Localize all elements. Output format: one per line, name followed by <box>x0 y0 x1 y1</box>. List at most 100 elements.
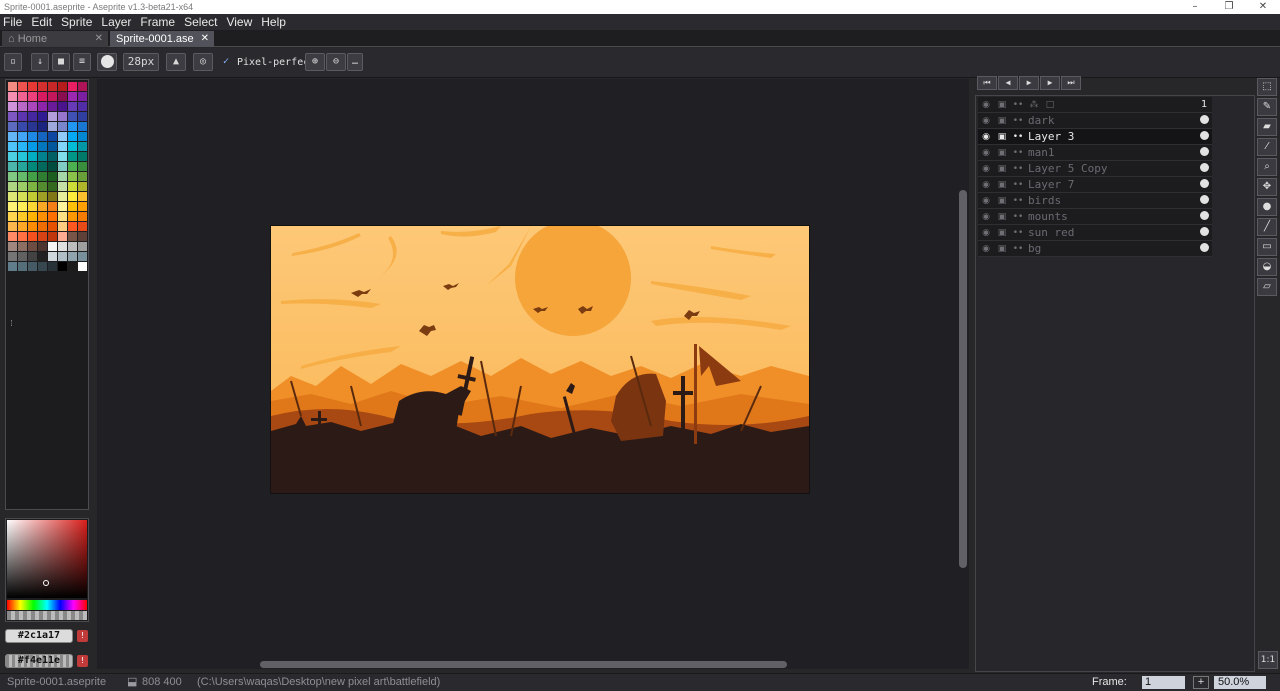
palette-swatch[interactable] <box>8 222 17 231</box>
close-icon[interactable]: ✕ <box>95 31 103 47</box>
palette-swatch[interactable] <box>8 92 17 101</box>
frame-input[interactable]: 1 <box>1142 676 1185 689</box>
palette-swatch[interactable] <box>58 142 67 151</box>
move-icon[interactable]: ✥ <box>1257 178 1277 196</box>
palette-swatch[interactable] <box>28 192 37 201</box>
foreground-color-button[interactable]: #2c1a17 <box>5 629 73 643</box>
palette-swatch[interactable] <box>38 172 47 181</box>
palette-swatch[interactable] <box>48 262 57 271</box>
minimize-button[interactable]: – <box>1178 0 1212 14</box>
eye-icon[interactable]: ◉ <box>978 228 994 238</box>
palette-swatch[interactable] <box>28 102 37 111</box>
palette-swatch[interactable] <box>28 212 37 221</box>
palette-swatch[interactable] <box>68 132 77 141</box>
palette-swatch[interactable] <box>8 142 17 151</box>
palette-swatch[interactable] <box>38 212 47 221</box>
eye-icon[interactable]: ◉ <box>978 100 994 110</box>
fill-icon[interactable]: ● <box>1257 198 1277 216</box>
lock-icon[interactable]: ▣ <box>994 212 1010 222</box>
palette-swatch[interactable] <box>8 132 17 141</box>
palette-swatch[interactable] <box>68 122 77 131</box>
pencil-icon[interactable]: ✎ <box>1257 98 1277 116</box>
next-frame-icon[interactable]: ▶ <box>1040 76 1060 90</box>
brush-size-field[interactable]: 28px <box>123 53 159 71</box>
continuous-icon[interactable]: •• <box>1010 164 1026 174</box>
list-icon[interactable]: ≡ <box>73 53 91 71</box>
eye-icon[interactable]: ◉ <box>978 180 994 190</box>
continuous-icon[interactable]: •• <box>1010 244 1026 254</box>
arrow-down-icon[interactable]: ↓ <box>31 53 49 71</box>
square-icon[interactable]: □ <box>1042 100 1058 110</box>
palette-swatch[interactable] <box>18 172 27 181</box>
checkbox-icon[interactable]: ✓ <box>223 56 229 67</box>
symmetry-horizontal-icon[interactable]: ⊖ <box>326 53 346 71</box>
palette-swatch[interactable] <box>8 232 17 241</box>
palette-swatch[interactable] <box>48 242 57 251</box>
square-brush-icon[interactable]: ■ <box>52 53 70 71</box>
palette-swatch[interactable] <box>8 102 17 111</box>
palette-swatch[interactable] <box>38 232 47 241</box>
palette-swatch[interactable] <box>58 202 67 211</box>
palette-swatch[interactable] <box>28 202 37 211</box>
palette-swatch[interactable] <box>68 252 77 261</box>
palette-swatch[interactable] <box>68 112 77 121</box>
tab-sprite[interactable]: Sprite-0001.ase ✕ <box>110 31 214 47</box>
pixel-perfect-label[interactable]: Pixel-perfect <box>237 57 315 68</box>
continuous-icon[interactable]: •• <box>1010 212 1026 222</box>
palette-swatch[interactable] <box>28 82 37 91</box>
opacity-icon[interactable]: ◎ <box>193 53 213 71</box>
zoom-1-1-icon[interactable]: 1:1 <box>1258 651 1278 669</box>
palette-swatch[interactable] <box>18 262 27 271</box>
palette-swatch[interactable] <box>78 132 87 141</box>
palette-swatch[interactable] <box>8 112 17 121</box>
palette-swatch[interactable] <box>68 152 77 161</box>
lock-icon[interactable]: ▣ <box>994 196 1010 206</box>
cel-icon[interactable] <box>1196 129 1212 145</box>
palette-swatch[interactable] <box>18 242 27 251</box>
cel-icon[interactable] <box>1196 113 1212 129</box>
palette-swatch[interactable] <box>38 192 47 201</box>
palette-swatch[interactable] <box>28 262 37 271</box>
palette-swatch[interactable] <box>8 202 17 211</box>
eye-icon[interactable]: ◉ <box>978 116 994 126</box>
lock-icon[interactable]: ▣ <box>994 100 1010 110</box>
palette-swatch[interactable] <box>78 82 87 91</box>
lock-icon[interactable]: ▣ <box>994 228 1010 238</box>
close-icon[interactable]: ✕ <box>201 31 209 47</box>
palette-swatch[interactable] <box>18 132 27 141</box>
lock-icon[interactable]: ▣ <box>994 148 1010 158</box>
menu-sprite[interactable]: Sprite <box>61 15 92 29</box>
palette-swatch[interactable] <box>78 202 87 211</box>
menu-edit[interactable]: Edit <box>31 15 52 29</box>
palette-swatch[interactable] <box>48 232 57 241</box>
lock-icon[interactable]: ▣ <box>994 164 1010 174</box>
palette-swatch[interactable] <box>8 262 17 271</box>
palette-swatch[interactable] <box>38 132 47 141</box>
cel-icon[interactable] <box>1196 145 1212 161</box>
palette-swatch[interactable] <box>58 182 67 191</box>
layer-row[interactable]: ◉ ▣ •• Layer 3 <box>978 129 1212 145</box>
palette-swatch[interactable] <box>18 92 27 101</box>
palette-swatch[interactable] <box>78 232 87 241</box>
palette-swatch[interactable] <box>68 232 77 241</box>
blur-icon[interactable]: ◒ <box>1257 258 1277 276</box>
palette-swatch[interactable] <box>78 222 87 231</box>
palette-swatch[interactable] <box>78 102 87 111</box>
lock-icon[interactable]: ▣ <box>994 116 1010 126</box>
continuous-icon[interactable]: •• <box>1010 100 1026 110</box>
horizontal-scrollbar[interactable] <box>260 661 787 668</box>
palette-swatch[interactable] <box>38 152 47 161</box>
palette-swatch[interactable] <box>48 192 57 201</box>
palette-swatch[interactable] <box>78 152 87 161</box>
menu-file[interactable]: File <box>3 15 22 29</box>
zoom-level[interactable]: 50.0% <box>1214 676 1266 689</box>
last-frame-icon[interactable]: ⏭ <box>1061 76 1081 90</box>
symmetry-vertical-icon[interactable]: ⊕ <box>305 53 325 71</box>
palette-swatch[interactable] <box>78 112 87 121</box>
warning-icon[interactable]: ! <box>77 630 88 642</box>
sprite-canvas[interactable] <box>270 220 810 494</box>
palette-swatch[interactable] <box>78 252 87 261</box>
add-frame-icon[interactable]: + <box>1193 676 1209 689</box>
palette-swatch[interactable] <box>48 252 57 261</box>
palette-swatch[interactable] <box>48 202 57 211</box>
